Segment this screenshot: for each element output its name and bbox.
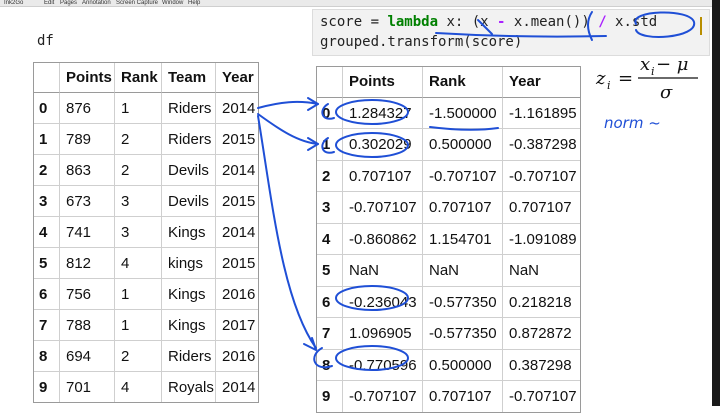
pen-idx8	[313, 347, 333, 369]
pen-circle-row0	[335, 99, 409, 125]
pen-strike	[477, 19, 493, 35]
pen-arrow-8	[257, 115, 317, 349]
window-edge	[712, 0, 720, 406]
pen-circle-row8	[335, 345, 409, 371]
pen-circle-row6	[335, 285, 409, 311]
pen-note-norm: norm ~	[604, 114, 661, 132]
pen-circle-row1	[335, 132, 409, 158]
pen-underline-rank	[429, 126, 499, 131]
pen-circle-std	[634, 11, 696, 38]
pen-annotation-layer: norm ~	[257, 11, 696, 371]
pen-underline-code	[435, 32, 607, 38]
pen-strokes	[257, 11, 696, 371]
pen-idx0	[321, 103, 335, 120]
pen-arrow-0	[257, 100, 319, 109]
pen-idx1	[321, 137, 335, 154]
